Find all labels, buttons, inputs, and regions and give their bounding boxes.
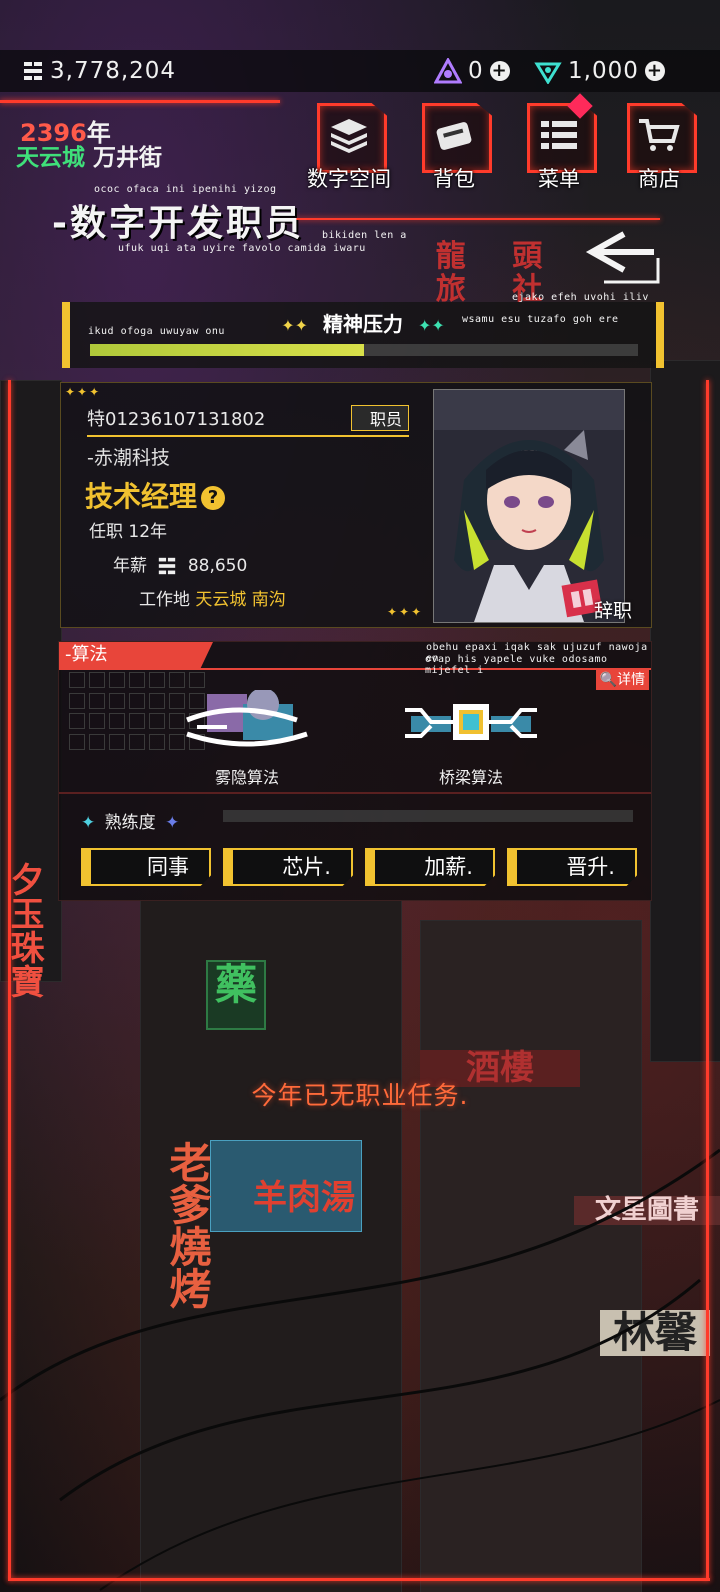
sign-bbq: 老爹燒烤 — [163, 1141, 212, 1309]
add-gem-a-button[interactable]: + — [489, 61, 510, 81]
deco-text: wsamu esu tuzafo goh ere — [462, 314, 619, 325]
nav-label: 商店 — [638, 167, 680, 191]
salary-label: 年薪 — [113, 556, 147, 576]
details-label: 详情 — [617, 672, 645, 688]
details-button[interactable]: 🔍详情 — [595, 670, 649, 690]
algorithm-label: 雾隐算法 — [214, 768, 279, 787]
colleague-button[interactable]: 同事 — [81, 848, 211, 886]
credit-icon — [24, 62, 42, 80]
sign-lin: 林馨 — [600, 1309, 710, 1357]
job-title-row: 技术经理? — [85, 475, 226, 515]
star-icon: ✦ — [165, 813, 180, 833]
city-name: 天云城 — [16, 145, 85, 171]
nav-label: 菜单 — [538, 167, 580, 191]
algorithm-tab: -算法 — [59, 642, 213, 668]
job-title: 技术经理 — [85, 480, 198, 513]
workplace-value: 天云城 南沟 — [195, 590, 286, 610]
proficiency-bar — [223, 810, 633, 822]
workplace-row: 工作地 天云城 南沟 — [139, 585, 286, 610]
page-title: -数字开发职员 — [52, 203, 304, 244]
currency-bar: 3,778,204 0 + 1,000 + — [0, 50, 720, 92]
nav-bag-button[interactable]: 背包 — [418, 103, 492, 193]
stress-title: 精神压力 — [323, 312, 403, 336]
workplace-label: 工作地 — [139, 590, 190, 610]
algorithm-panel: -算法 obehu epaxi iqak sak ujuzuf nawoja e… — [58, 641, 652, 901]
fog-algorithm-icon — [186, 688, 308, 747]
proficiency-label: 熟练度 — [104, 813, 156, 833]
gem-a-display: 0 + — [434, 58, 510, 84]
credit-icon — [159, 557, 176, 575]
algorithm-item-fog[interactable]: 雾隐算法 — [177, 688, 317, 788]
corner-stars-icon: ✦✦✦ — [65, 385, 102, 399]
bag-icon — [436, 122, 472, 150]
sign-bookstore: 文星圖書 — [574, 1196, 720, 1225]
stress-bar — [90, 344, 638, 356]
deco-text: ikud ofoga uwuyaw onu — [88, 326, 225, 337]
triangle-gem-icon — [434, 58, 462, 84]
deco-text: ufuk uqi ata uyire favolo camida iwaru — [118, 243, 366, 254]
employee-id-row: 特01236107131802 职员 — [87, 405, 409, 437]
menu-icon — [541, 121, 577, 149]
money-value: 3,778,204 — [50, 58, 177, 84]
street-name: 万井街 — [93, 145, 162, 171]
raise-button[interactable]: 加薪. — [365, 848, 495, 886]
cart-icon — [639, 119, 680, 151]
gem-b-value: 1,000 — [568, 58, 639, 84]
stack-icon — [331, 119, 367, 153]
divider — [59, 792, 651, 794]
diamond-gem-icon — [534, 62, 562, 84]
back-arrow-icon — [585, 231, 660, 284]
salary-value: 88,650 — [187, 556, 248, 576]
nav-menu-button[interactable]: 菜单 — [523, 93, 597, 193]
help-icon[interactable]: ? — [201, 486, 226, 510]
role-tag: 职员 — [350, 405, 409, 431]
nav-shop-button[interactable]: 商店 — [623, 103, 697, 193]
sign-lamb-soup: 羊肉湯 — [253, 1178, 355, 1218]
employee-id: 特01236107131802 — [87, 409, 266, 430]
money-display: 3,778,204 — [22, 58, 176, 84]
nav-digital-space-button[interactable]: 数字空间 — [307, 103, 391, 193]
resign-button[interactable]: 辞职 — [528, 574, 648, 624]
proficiency-label-row: ✦ 熟练度 ✦ — [81, 808, 179, 833]
algorithm-item-bridge[interactable]: 桥梁算法 — [401, 690, 541, 788]
nav-label: 背包 — [433, 167, 475, 191]
stress-panel: ✦✦ 精神压力 ✦✦ ikud ofoga uwuyaw onu wsamu e… — [62, 302, 664, 368]
promotion-button[interactable]: 晋升. — [507, 848, 637, 886]
gem-b-display: 1,000 + — [534, 58, 665, 84]
chip-button[interactable]: 芯片. — [223, 848, 353, 886]
nav-label: 数字空间 — [307, 167, 391, 191]
bridge-algorithm-icon — [405, 704, 537, 740]
sign-jewelry: 夕玉珠寶 — [4, 862, 44, 998]
salary-row: 年薪 88,650 — [113, 551, 247, 576]
diamond-icon: ✦✦ — [281, 316, 309, 335]
company-name: -赤潮科技 — [87, 447, 170, 469]
resign-label: 辞职 — [594, 600, 633, 622]
sign-medicine: 藥 — [206, 960, 266, 1030]
gem-a-value: 0 — [468, 58, 484, 84]
no-task-notice: 今年已无职业任务. — [251, 1081, 469, 1110]
current-location: 天云城 万井街 — [16, 138, 162, 172]
tenure: 任职 12年 — [89, 522, 168, 542]
diamond-icon: ✦✦ — [417, 316, 445, 335]
deco-text: bikiden len a — [322, 230, 407, 241]
corner-stars-icon: ✦✦✦ — [387, 605, 424, 619]
algorithm-label: 桥梁算法 — [438, 768, 503, 787]
stress-bar-fill — [90, 344, 364, 356]
back-button[interactable] — [584, 228, 662, 288]
star-icon: ✦ — [81, 813, 96, 833]
add-gem-b-button[interactable]: + — [644, 61, 665, 81]
magnifier-icon: 🔍 — [599, 672, 617, 688]
